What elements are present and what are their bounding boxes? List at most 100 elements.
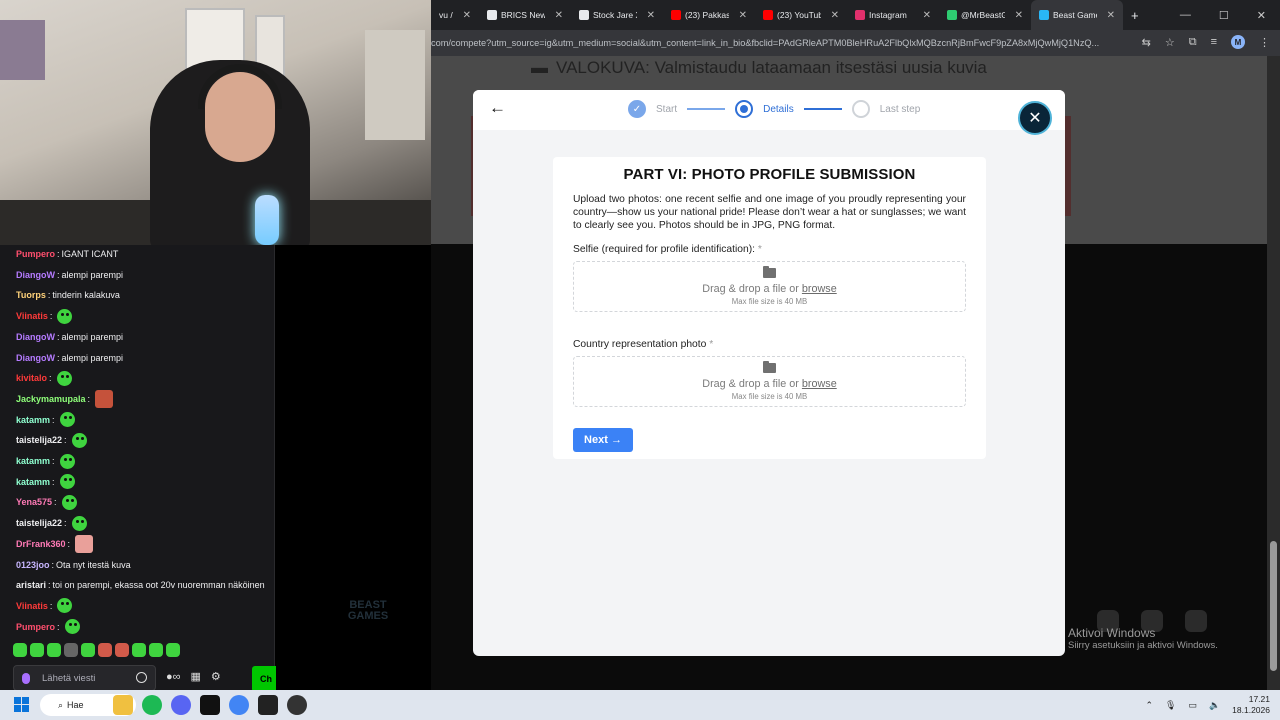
chat-message: katamm: [16, 411, 75, 429]
gear-icon[interactable]: ⚙ [211, 670, 221, 683]
profile-avatar[interactable]: M [1231, 35, 1245, 49]
scrollbar-thumb[interactable] [1270, 541, 1277, 671]
points-icon[interactable]: ●∞ [166, 671, 181, 683]
webcam-feed [0, 0, 431, 245]
close-tab-icon[interactable]: ✕ [555, 10, 563, 21]
page-scrollbar[interactable] [1267, 56, 1280, 690]
chat-username[interactable]: Jackymamupala [16, 394, 86, 404]
chat-username[interactable]: DiangoW [16, 332, 55, 342]
browser-tab[interactable]: Beast Game ✕ [1031, 0, 1123, 30]
close-tab-icon[interactable]: ✕ [1107, 10, 1115, 21]
emote-icon[interactable] [132, 643, 146, 657]
chat-username[interactable]: DiangoW [16, 353, 55, 363]
browser-tab[interactable]: BRICS News ✕ [479, 0, 571, 30]
clock[interactable]: 17.21 18.1.2026 [1232, 694, 1270, 716]
chat-username[interactable]: kivitalo [16, 373, 47, 383]
minimize-icon[interactable]: — [1180, 9, 1191, 21]
browser-tab[interactable]: vu / X ✕ [431, 0, 479, 30]
chat-send-button[interactable]: Ch [252, 666, 276, 692]
app-icon[interactable] [258, 695, 278, 715]
emote-icon[interactable] [149, 643, 163, 657]
obs-icon[interactable] [287, 695, 307, 715]
chat-username[interactable]: taistelija22 [16, 518, 62, 528]
chat-message: taistelija22: [16, 431, 87, 449]
store-icon[interactable]: ▦ [191, 670, 201, 683]
tab-label: Stock Jare X [593, 10, 637, 20]
chat-username[interactable]: katamm [16, 415, 50, 425]
chat-username[interactable]: Pumpero [16, 622, 55, 632]
emote-icon[interactable] [115, 643, 129, 657]
bookmark-star-icon[interactable]: ☆ [1165, 36, 1175, 49]
submission-modal: ← ✓ Start Details Last step PART VI: PHO… [473, 90, 1065, 656]
browser-tab[interactable]: (23) Pakkasta ✕ [663, 0, 755, 30]
url-text[interactable]: com/compete?utm_source=ig&utm_medium=soc… [431, 38, 1111, 48]
emote-icon[interactable] [81, 643, 95, 657]
chat-username[interactable]: DrFrank360 [16, 539, 66, 549]
chat-username[interactable]: taistelija22 [16, 435, 62, 445]
emote-icon[interactable] [64, 643, 78, 657]
stream-chat: Pumpero: IGANT ICANT DiangoW: alempi paremp… [0, 245, 276, 692]
address-bar[interactable]: com/compete?utm_source=ig&utm_medium=soc… [431, 30, 1280, 56]
microphone-icon[interactable]: 🎙 [1165, 700, 1176, 711]
maximize-icon[interactable]: ☐ [1219, 9, 1229, 22]
emote-icon[interactable] [166, 643, 180, 657]
media-icon[interactable]: ≡ [1211, 36, 1217, 48]
chat-username[interactable]: Tuorps [16, 290, 46, 300]
modal-header: ← ✓ Start Details Last step [473, 90, 1065, 130]
chat-username[interactable]: 0123joo [16, 560, 50, 570]
browse-link[interactable]: browse [802, 378, 837, 390]
microphone-icon[interactable] [22, 672, 30, 684]
browse-link[interactable]: browse [802, 283, 837, 295]
x-app-icon[interactable] [200, 695, 220, 715]
chat-username[interactable]: Viinatis [16, 311, 48, 321]
chat-username[interactable]: DiangoW [16, 270, 55, 280]
emote-icon[interactable] [98, 643, 112, 657]
file-explorer-icon[interactable] [113, 695, 133, 715]
network-icon[interactable]: ▭ [1188, 700, 1197, 711]
close-tab-icon[interactable]: ✕ [1015, 10, 1023, 21]
discord-icon[interactable] [171, 695, 191, 715]
spotify-icon[interactable] [142, 695, 162, 715]
required-marker: * [757, 244, 762, 255]
close-tab-icon[interactable]: ✕ [831, 10, 839, 21]
extensions-icon[interactable]: ⧉ [1189, 36, 1197, 49]
browser-tab[interactable]: Stock Jare X ✕ [571, 0, 663, 30]
drop-text: Drag & drop a file or [702, 282, 799, 295]
close-tab-icon[interactable]: ✕ [739, 10, 747, 21]
chat-message: DiangoW: alempi parempi [16, 266, 123, 284]
chat-separator: : [48, 580, 51, 591]
tab-favicon-icon [1039, 10, 1049, 20]
close-tab-icon[interactable]: ✕ [463, 10, 471, 21]
next-button[interactable]: Next → [573, 428, 633, 452]
chat-username[interactable]: aristari [16, 580, 46, 590]
chevron-up-icon[interactable]: ⌃ [1145, 700, 1153, 711]
chrome-icon[interactable] [229, 695, 249, 715]
chat-input[interactable]: Lähetä viesti [13, 665, 156, 691]
emote-icon[interactable] [47, 643, 61, 657]
browser-tab[interactable]: @MrBeastG ✕ [939, 0, 1031, 30]
step-label-last: Last step [879, 103, 921, 115]
chat-username[interactable]: katamm [16, 477, 50, 487]
chat-username[interactable]: Viinatis [16, 601, 48, 611]
emote-icon [57, 598, 73, 614]
country-photo-dropzone[interactable]: Drag & drop a file or browse Max file si… [573, 356, 966, 407]
volume-icon[interactable]: 🔈 [1209, 700, 1220, 711]
close-tab-icon[interactable]: ✕ [647, 10, 655, 21]
browser-tab[interactable]: (23) YouTube ✕ [755, 0, 847, 30]
emote-icon[interactable] [30, 643, 44, 657]
menu-icon[interactable]: ⋮ [1259, 36, 1270, 49]
new-tab-icon[interactable]: + [1123, 0, 1147, 30]
close-modal-icon[interactable]: ✕ [1018, 101, 1052, 135]
translate-icon[interactable]: ⇆ [1142, 36, 1151, 49]
back-arrow-icon[interactable]: ← [489, 98, 506, 118]
close-tab-icon[interactable]: ✕ [923, 10, 931, 21]
chat-username[interactable]: katamm [16, 456, 50, 466]
chat-username[interactable]: Yena575 [16, 497, 52, 507]
emote-icon[interactable] [13, 643, 27, 657]
selfie-dropzone[interactable]: Drag & drop a file or browse Max file si… [573, 261, 966, 312]
browser-tab[interactable]: Instagram ✕ [847, 0, 939, 30]
emoji-icon[interactable] [136, 672, 147, 683]
close-window-icon[interactable]: ✕ [1257, 9, 1266, 22]
chat-username[interactable]: Pumpero [16, 249, 55, 259]
windows-start-icon[interactable] [14, 697, 29, 712]
